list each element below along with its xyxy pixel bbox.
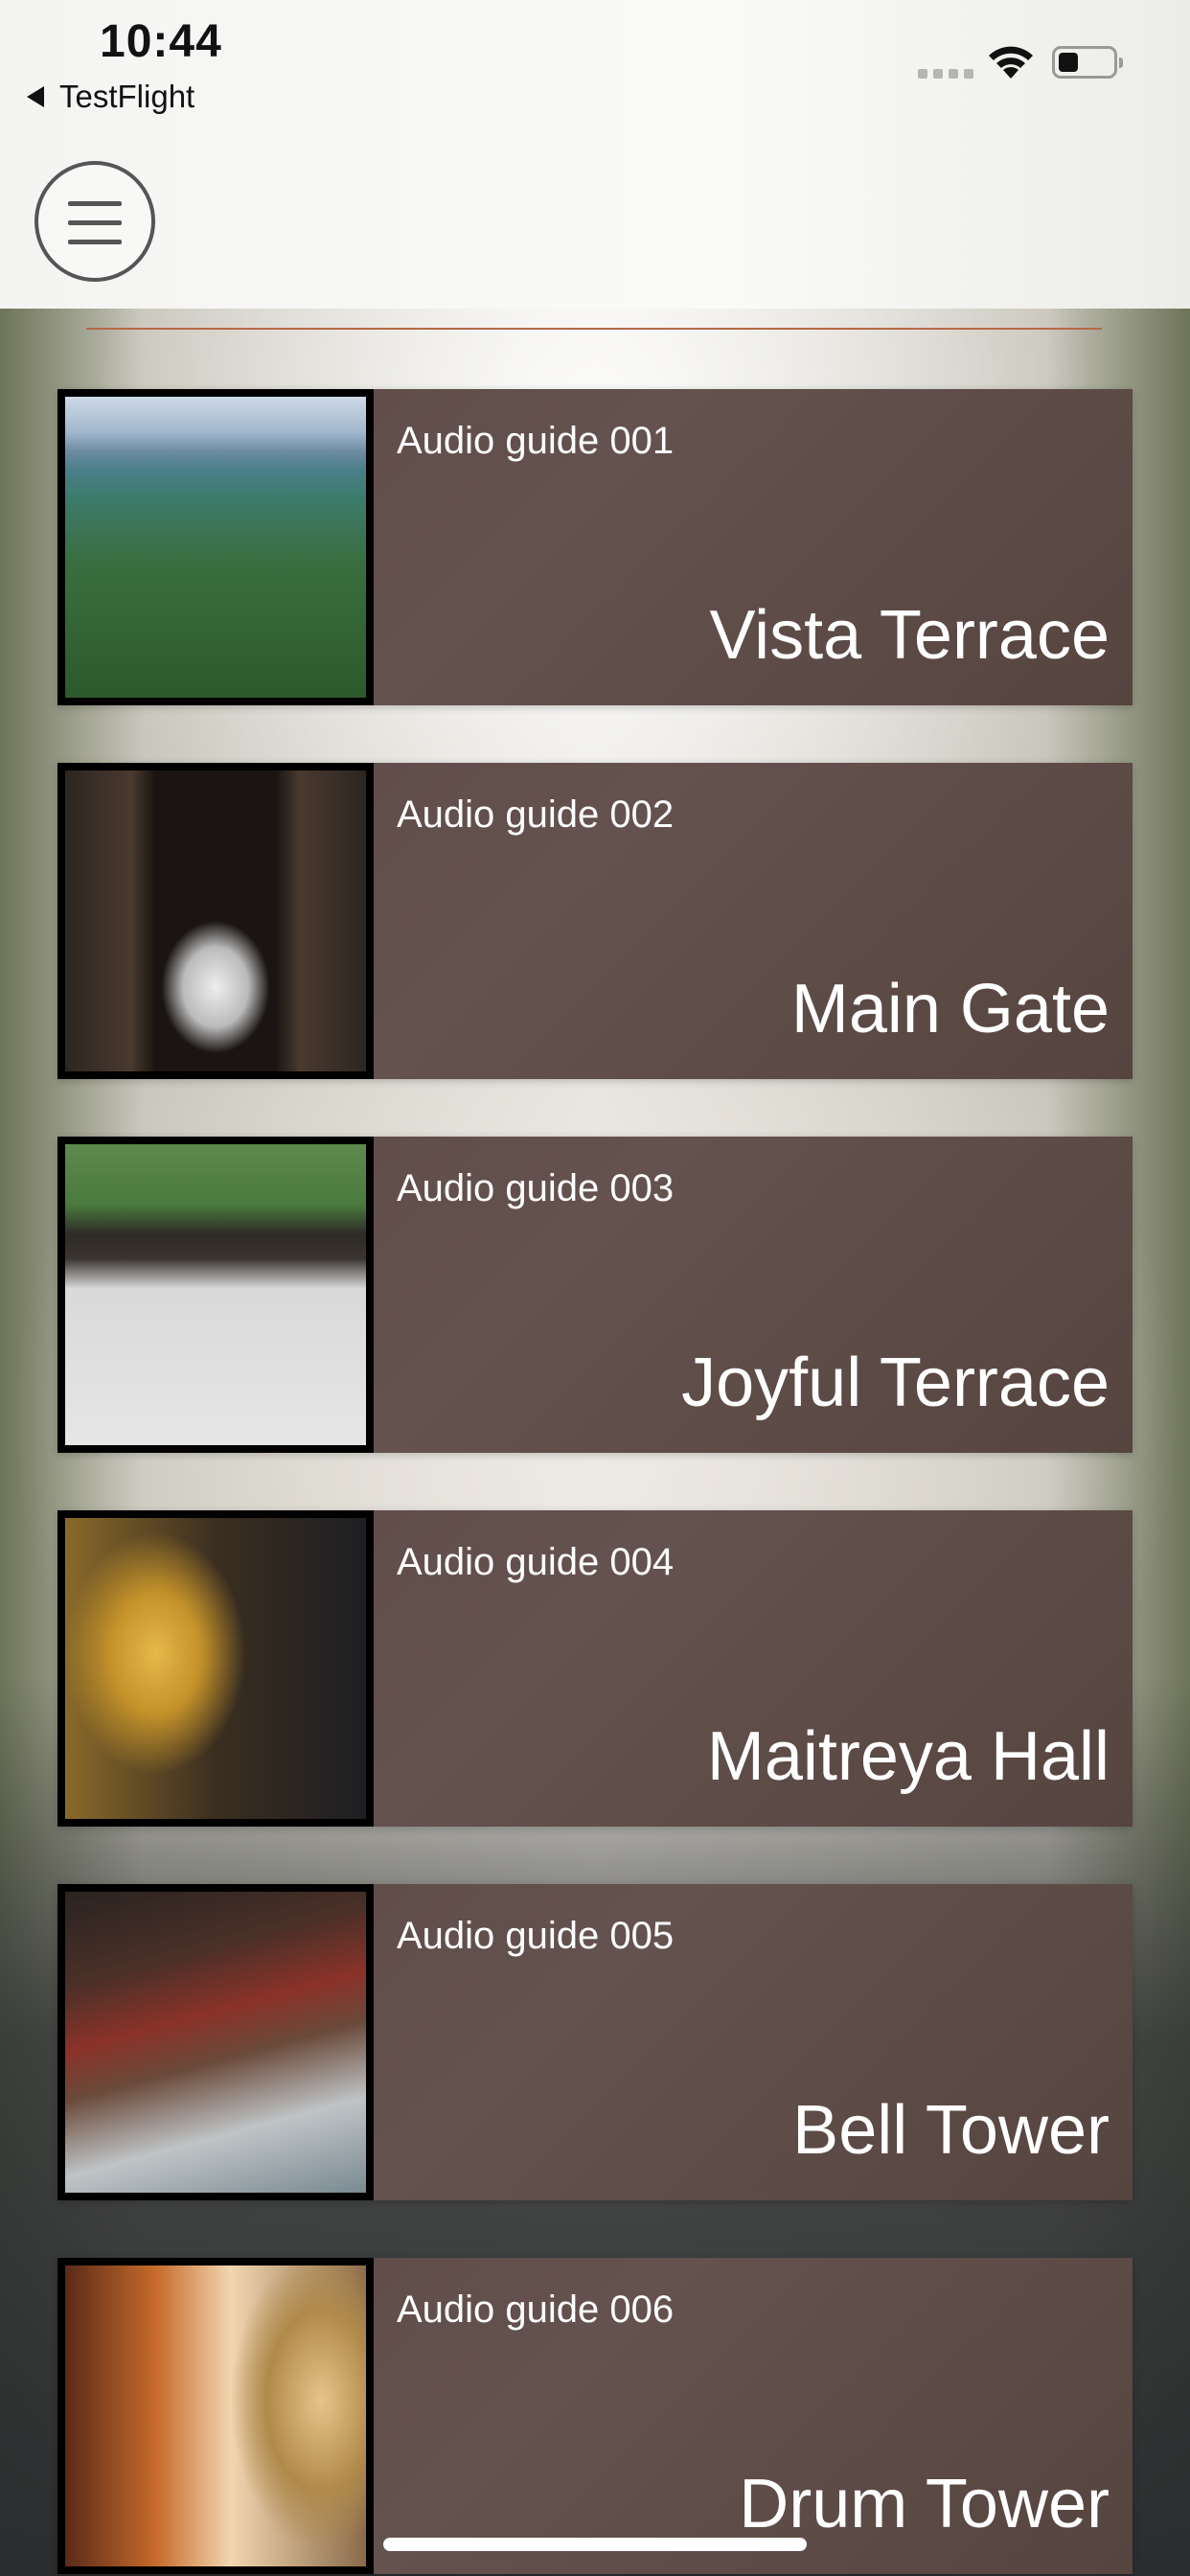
guide-number: Audio guide 003 bbox=[397, 1167, 675, 1209]
hamburger-menu-icon bbox=[68, 201, 122, 206]
battery-icon bbox=[1052, 46, 1123, 79]
guide-number: Audio guide 006 bbox=[397, 2288, 675, 2331]
bell-tower-photo bbox=[65, 1892, 366, 2193]
guide-number: Audio guide 004 bbox=[397, 1541, 675, 1583]
guide-title: Bell Tower bbox=[792, 2092, 1110, 2169]
temple-courtyard-photo bbox=[65, 1144, 366, 1445]
guide-thumbnail bbox=[57, 1137, 374, 1453]
back-to-testflight-link[interactable]: TestFlight bbox=[27, 79, 195, 115]
golden-buddha-photo bbox=[65, 1518, 366, 1819]
home-indicator[interactable] bbox=[383, 2538, 807, 2551]
back-arrow-icon bbox=[27, 86, 44, 107]
aerial-landscape-photo bbox=[65, 397, 366, 698]
temple-gate-photo bbox=[65, 770, 366, 1071]
guide-thumbnail bbox=[57, 1510, 374, 1827]
status-time: 10:44 bbox=[100, 16, 222, 67]
guide-thumbnail bbox=[57, 763, 374, 1079]
guide-title: Joyful Terrace bbox=[681, 1345, 1110, 1421]
guide-card-002[interactable]: Audio guide 002 Main Gate bbox=[57, 763, 1133, 1079]
guide-title: Vista Terrace bbox=[709, 597, 1110, 674]
guide-card-005[interactable]: Audio guide 005 Bell Tower bbox=[57, 1884, 1133, 2200]
guide-thumbnail bbox=[57, 1884, 374, 2200]
header: 10:44 TestFlight bbox=[0, 0, 1190, 309]
guide-thumbnail bbox=[57, 389, 374, 705]
back-link-label: TestFlight bbox=[59, 79, 195, 114]
guide-card-003[interactable]: Audio guide 003 Joyful Terrace bbox=[57, 1137, 1133, 1453]
guide-thumbnail bbox=[57, 2258, 374, 2574]
cellular-signal-icon bbox=[918, 69, 973, 79]
guide-number: Audio guide 005 bbox=[397, 1915, 675, 1957]
header-divider bbox=[86, 328, 1102, 330]
guide-title: Main Gate bbox=[790, 971, 1110, 1047]
guide-card-006[interactable]: Audio guide 006 Drum Tower bbox=[57, 2258, 1133, 2574]
guide-card-004[interactable]: Audio guide 004 Maitreya Hall bbox=[57, 1510, 1133, 1827]
guide-title: Drum Tower bbox=[739, 2466, 1110, 2542]
drum-tower-photo bbox=[65, 2266, 366, 2566]
guide-title: Maitreya Hall bbox=[706, 1718, 1110, 1795]
guide-card-001[interactable]: Audio guide 001 Vista Terrace bbox=[57, 389, 1133, 705]
menu-button[interactable] bbox=[34, 161, 155, 282]
guide-number: Audio guide 002 bbox=[397, 794, 675, 836]
guide-number: Audio guide 001 bbox=[397, 420, 675, 462]
wifi-icon bbox=[989, 46, 1033, 79]
